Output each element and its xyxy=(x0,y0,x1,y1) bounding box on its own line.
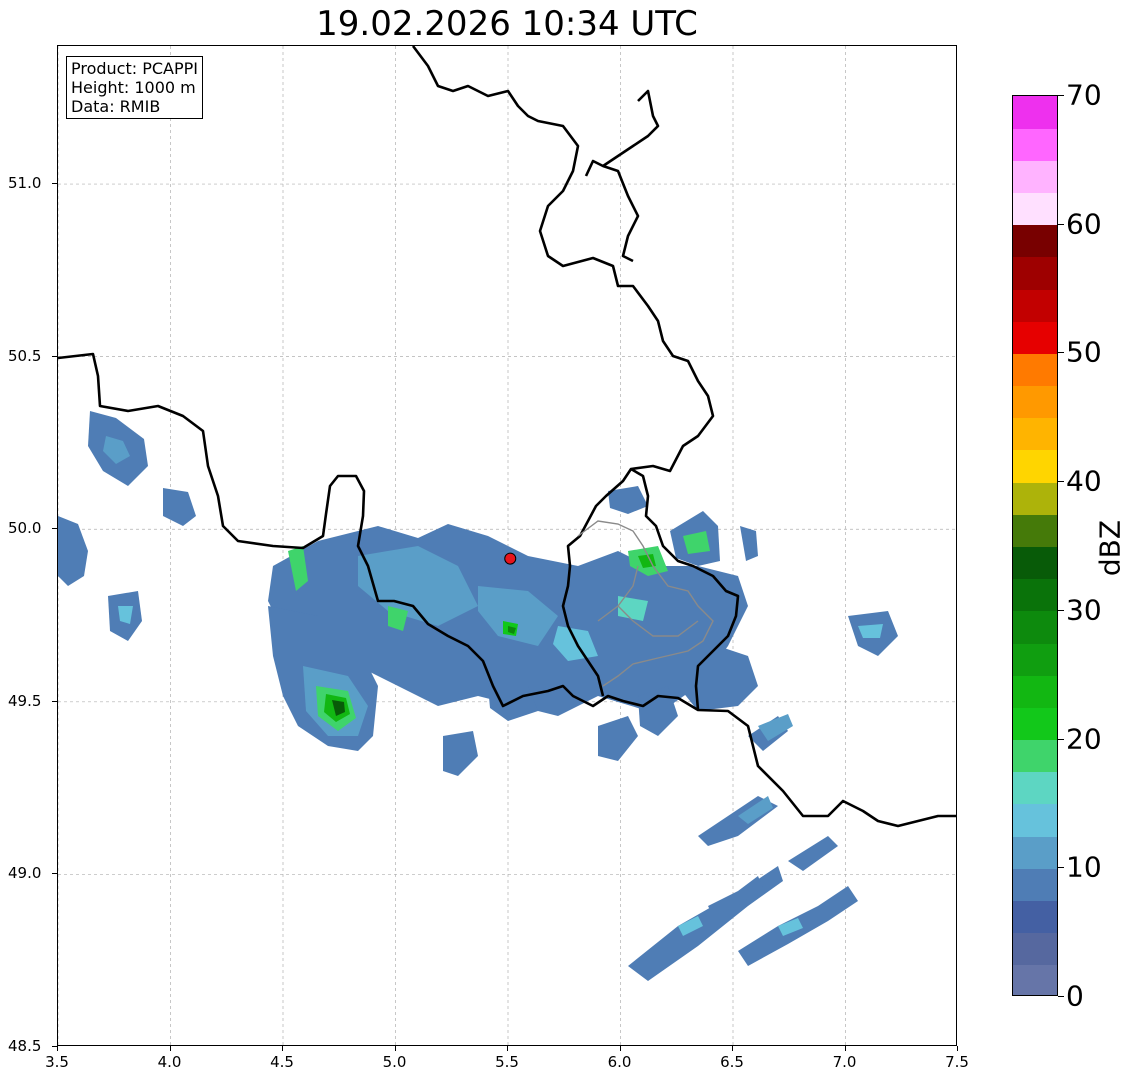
border-line xyxy=(584,159,640,263)
colorbar-segment xyxy=(1013,739,1057,773)
colorbar-tick-label: 20 xyxy=(1066,722,1102,756)
colorbar-segment xyxy=(1013,578,1057,612)
colorbar-segment xyxy=(1013,224,1057,258)
echo-cell xyxy=(740,526,758,561)
colorbar-segment xyxy=(1013,192,1057,226)
y-tick-mark xyxy=(52,355,57,357)
y-tick-mark xyxy=(52,873,57,875)
colorbar-tick-mark xyxy=(1058,223,1064,225)
info-product: Product: PCAPPI xyxy=(71,59,199,78)
colorbar-segment xyxy=(1013,707,1057,741)
colorbar-segment xyxy=(1013,643,1057,676)
colorbar-tick-label: 10 xyxy=(1066,850,1102,884)
colorbar-segment xyxy=(1013,964,1057,995)
colorbar-tick-mark xyxy=(1058,352,1064,354)
colorbar-tick-mark xyxy=(1058,95,1064,96)
echo-cell xyxy=(788,836,838,871)
map-title: 19.02.2026 10:34 UTC xyxy=(316,4,698,44)
colorbar-segment xyxy=(1013,900,1057,934)
x-tick-label: 7.5 xyxy=(945,1053,969,1071)
colorbar-segment xyxy=(1013,803,1057,837)
colorbar-tick-label: 60 xyxy=(1066,207,1102,241)
x-tick-mark xyxy=(57,1046,58,1051)
x-tick-label: 4.0 xyxy=(157,1053,182,1071)
x-tick-label: 3.5 xyxy=(45,1053,69,1071)
x-tick-label: 7.0 xyxy=(832,1053,857,1071)
colorbar-segment xyxy=(1013,417,1057,451)
y-tick-label: 49.5 xyxy=(8,691,42,710)
colorbar-segment xyxy=(1013,321,1057,354)
y-tick-label: 48.5 xyxy=(8,1037,42,1055)
colorbar-tick-mark xyxy=(1058,867,1064,869)
radar-map[interactable] xyxy=(57,45,957,1046)
x-tick-mark xyxy=(844,1046,846,1051)
x-tick-mark xyxy=(394,1046,396,1051)
y-tick-label: 50.5 xyxy=(8,346,42,365)
colorbar-segment xyxy=(1013,932,1057,966)
colorbar-segment xyxy=(1013,514,1057,547)
colorbar-segment xyxy=(1013,546,1057,580)
colorbar-segment xyxy=(1013,353,1057,387)
colorbar-segment xyxy=(1013,256,1057,290)
colorbar-segment xyxy=(1013,385,1057,419)
colorbar-segment xyxy=(1013,868,1057,901)
x-tick-mark xyxy=(957,1046,958,1051)
y-tick-mark xyxy=(52,528,57,530)
colorbar-tick-label: 30 xyxy=(1066,593,1102,627)
colorbar-label: dBZ xyxy=(1093,519,1127,577)
colorbar-segment xyxy=(1013,289,1057,322)
colorbar-segment xyxy=(1013,836,1057,869)
colorbar-segment xyxy=(1013,160,1057,194)
colorbar-tick-label: 70 xyxy=(1066,78,1102,112)
colorbar-segment xyxy=(1013,449,1057,483)
radar-echoes xyxy=(58,411,898,981)
echo-cell xyxy=(443,731,478,776)
y-tick-label: 49.0 xyxy=(8,864,42,883)
colorbar-segment xyxy=(1013,482,1057,515)
colorbar-tick-mark xyxy=(1058,738,1064,740)
colorbar-tick-mark xyxy=(1058,609,1064,611)
info-box: Product: PCAPPI Height: 1000 m Data: RMI… xyxy=(66,56,204,119)
x-tick-label: 6.5 xyxy=(720,1053,744,1071)
colorbar-tick-label: 50 xyxy=(1066,335,1102,369)
echo-cell xyxy=(678,646,758,711)
colorbar xyxy=(1012,95,1058,996)
info-height: Height: 1000 m xyxy=(71,78,196,97)
colorbar-segment xyxy=(1013,771,1057,805)
echo-cell xyxy=(598,716,638,761)
colorbar-tick-mark xyxy=(1058,481,1064,483)
y-tick-mark xyxy=(52,183,57,185)
colorbar-segment xyxy=(1013,675,1057,708)
colorbar-tick-label: 0 xyxy=(1066,979,1084,1013)
x-tick-mark xyxy=(507,1046,508,1051)
x-tick-mark xyxy=(169,1046,171,1051)
x-tick-mark xyxy=(732,1046,733,1051)
border-line xyxy=(602,89,660,168)
colorbar-segment xyxy=(1013,610,1057,644)
echo-cell xyxy=(163,488,196,526)
y-tick-label: 51.0 xyxy=(8,174,42,193)
info-data: Data: RMIB xyxy=(71,97,161,116)
echo-cell xyxy=(58,516,88,586)
colorbar-segment xyxy=(1013,96,1057,129)
y-tick-mark xyxy=(52,700,57,702)
y-tick-label: 50.0 xyxy=(8,519,42,538)
x-tick-label: 5.5 xyxy=(495,1053,519,1071)
x-tick-label: 6.0 xyxy=(607,1053,632,1071)
colorbar-segment xyxy=(1013,128,1057,161)
colorbar-tick-label: 40 xyxy=(1066,464,1102,498)
map-canvas xyxy=(58,46,956,1045)
radar-site-marker xyxy=(504,552,517,565)
x-tick-mark xyxy=(619,1046,621,1051)
x-tick-label: 4.5 xyxy=(270,1053,294,1071)
x-tick-mark xyxy=(282,1046,283,1051)
x-tick-label: 5.0 xyxy=(382,1053,407,1071)
y-tick-mark xyxy=(52,1046,57,1047)
colorbar-tick-mark xyxy=(1058,996,1064,997)
